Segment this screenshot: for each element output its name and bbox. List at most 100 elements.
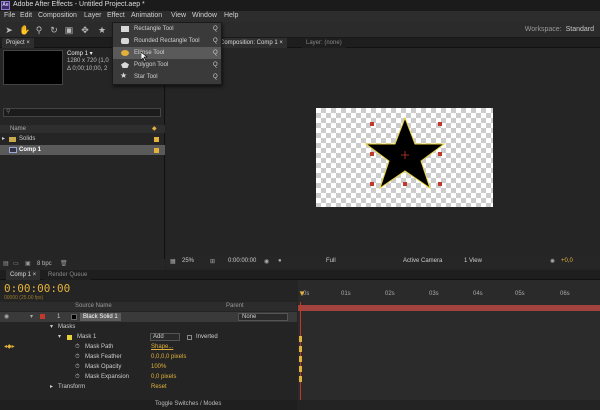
menu-edit[interactable]: Edit <box>20 12 32 19</box>
keyframe-icon[interactable] <box>299 366 302 372</box>
snapshot-icon[interactable]: ◉ <box>264 258 269 265</box>
keyframe-icon[interactable] <box>299 376 302 382</box>
vertex-handle[interactable] <box>438 152 442 156</box>
menu-item-rectangle-tool[interactable]: Rectangle Tool Q <box>113 23 221 35</box>
label-color-swatch[interactable] <box>154 137 159 142</box>
menu-animation[interactable]: Animation <box>131 12 162 19</box>
vertex-handle[interactable] <box>438 182 442 186</box>
zoom-tool-icon[interactable]: ⚲ <box>34 25 44 35</box>
tab-render-queue[interactable]: Render Queue <box>44 270 92 280</box>
camera-dropdown[interactable]: Active Camera <box>403 258 442 264</box>
collapse-arrow-icon[interactable]: ▾ <box>30 312 33 322</box>
column-name[interactable]: Name <box>10 126 26 132</box>
column-parent[interactable]: Parent <box>226 303 244 309</box>
mask-row[interactable]: ▾ Mask 1 Add Inverted <box>0 332 297 342</box>
menu-item-rounded-rectangle-tool[interactable]: Rounded Rectangle Tool Q <box>113 35 221 47</box>
property-value[interactable]: 0,0 pixels <box>151 372 176 382</box>
visibility-eye-icon[interactable]: ◉ <box>4 312 9 322</box>
tab-comp-1[interactable]: Comp 1 × <box>6 270 41 280</box>
selection-tool-icon[interactable]: ➤ <box>4 25 14 35</box>
property-row[interactable]: ◂◆▸ ⏱ Mask Path Shape... <box>0 342 297 352</box>
menu-window[interactable]: Window <box>192 12 217 19</box>
time-ruler[interactable]: 0s 01s 02s 03s 04s 05s 06s ▼ <box>298 280 600 302</box>
property-value[interactable]: Shape... <box>151 342 173 352</box>
parent-dropdown[interactable]: None <box>238 313 288 321</box>
workspace-selector[interactable]: Workspace: Standard <box>525 26 594 33</box>
project-row-comp-1[interactable]: Comp 1 <box>0 145 165 155</box>
current-time-readout[interactable]: 0:00:00:00 <box>228 258 256 264</box>
vertex-handle[interactable] <box>370 182 374 186</box>
mask-name[interactable]: Mask 1 <box>77 332 96 342</box>
composition-canvas[interactable] <box>316 108 493 207</box>
label-color-swatch[interactable] <box>154 148 159 153</box>
bit-depth-button[interactable]: 8 bpc <box>37 261 52 267</box>
channel-icon[interactable]: ● <box>278 258 282 264</box>
new-comp-icon[interactable]: ▣ <box>25 260 31 267</box>
transform-row[interactable]: ▸ Transform Reset <box>0 382 297 392</box>
menu-item-ellipse-tool[interactable]: Ellipse Tool Q <box>113 47 221 59</box>
label-color-swatch[interactable] <box>40 314 45 319</box>
masks-group-row[interactable]: ▾ Masks <box>0 322 297 332</box>
trash-icon[interactable]: 🗑 <box>60 260 68 267</box>
property-row[interactable]: ⏱ Mask Feather 0,0,0,0 pixels <box>0 352 297 362</box>
resolution-dropdown[interactable]: Full <box>326 258 336 264</box>
layer-duration-bar[interactable] <box>298 305 600 311</box>
mask-mode-dropdown[interactable]: Add <box>150 333 180 341</box>
reset-link[interactable]: Reset <box>151 382 167 392</box>
star-tool-icon[interactable]: ★ <box>97 25 107 35</box>
exposure-value[interactable]: +0,0 <box>561 258 573 264</box>
keyframe-icon[interactable] <box>299 346 302 352</box>
zoom-dropdown[interactable]: 25% <box>182 258 194 264</box>
pan-behind-tool-icon[interactable]: ✥ <box>80 25 90 35</box>
camera-tool-icon[interactable]: ▣ <box>64 25 74 35</box>
stopwatch-icon[interactable]: ⏱ <box>75 352 80 362</box>
mask-color-swatch[interactable] <box>67 335 72 340</box>
new-folder-icon[interactable]: ▭ <box>13 260 19 267</box>
menu-item-polygon-tool[interactable]: Polygon Tool Q <box>113 59 221 71</box>
stopwatch-icon[interactable]: ⏱ <box>75 362 80 372</box>
expand-arrow-icon[interactable]: ▸ <box>50 382 53 392</box>
vertex-handle[interactable] <box>370 122 374 126</box>
menu-item-star-tool[interactable]: ★ Star Tool Q <box>113 71 221 83</box>
inverted-checkbox[interactable] <box>187 335 192 340</box>
view-layout-dropdown[interactable]: 1 View <box>464 258 482 264</box>
column-source-name[interactable]: Source Name <box>75 303 112 309</box>
vertex-handle[interactable] <box>370 152 374 156</box>
tab-composition[interactable]: Composition: Comp 1 × <box>216 38 287 48</box>
expand-arrow-icon[interactable]: ▾ <box>58 332 61 342</box>
menu-view[interactable]: View <box>171 12 186 19</box>
keyframe-icon[interactable] <box>299 336 302 342</box>
keyframe-icon[interactable] <box>299 356 302 362</box>
interpret-footage-icon[interactable]: ▤ <box>3 260 9 267</box>
keyframe-nav-icon[interactable]: ◂◆▸ <box>4 342 15 352</box>
expand-arrow-icon[interactable]: ▸ <box>2 134 5 144</box>
stopwatch-icon[interactable]: ⏱ <box>75 342 80 352</box>
toggle-switches-modes-button[interactable]: Toggle Switches / Modes <box>155 401 221 407</box>
vertex-handle[interactable] <box>438 122 442 126</box>
menu-effect[interactable]: Effect <box>107 12 125 19</box>
menu-file[interactable]: File <box>4 12 15 19</box>
star-shape[interactable] <box>316 108 493 207</box>
expand-arrow-icon[interactable]: ▾ <box>50 322 53 332</box>
project-row-solids[interactable]: ▸ Solids <box>0 134 165 144</box>
label-column-icon[interactable]: ◆ <box>152 125 157 132</box>
property-row[interactable]: ⏱ Mask Opacity 100% <box>0 362 297 372</box>
playhead-icon[interactable]: ▼ <box>298 289 306 298</box>
menu-help[interactable]: Help <box>224 12 238 19</box>
property-value[interactable]: 100% <box>151 362 166 372</box>
property-row[interactable]: ⏱ Mask Expansion 0,0 pixels <box>0 372 297 382</box>
stopwatch-icon[interactable]: ⏱ <box>75 372 80 382</box>
layer-name[interactable]: Black Solid 1 <box>80 313 121 321</box>
layer-row[interactable]: ◉ ▾ 1 Black Solid 1 None <box>0 312 297 322</box>
property-value[interactable]: 0,0,0,0 pixels <box>151 352 186 362</box>
tab-layer[interactable]: Layer: (none) <box>302 38 346 48</box>
project-search-input[interactable]: ⚲ <box>3 108 161 117</box>
timecode-display[interactable]: 0:00:00:00 <box>4 282 70 295</box>
hand-tool-icon[interactable]: ✋ <box>19 25 30 35</box>
vertex-handle[interactable] <box>403 182 407 186</box>
exposure-icon[interactable]: ✺ <box>550 258 555 265</box>
tab-project[interactable]: Project × <box>2 38 34 48</box>
menu-layer[interactable]: Layer <box>84 12 102 19</box>
menu-composition[interactable]: Composition <box>38 12 77 19</box>
region-icon[interactable]: ⊞ <box>210 258 215 265</box>
